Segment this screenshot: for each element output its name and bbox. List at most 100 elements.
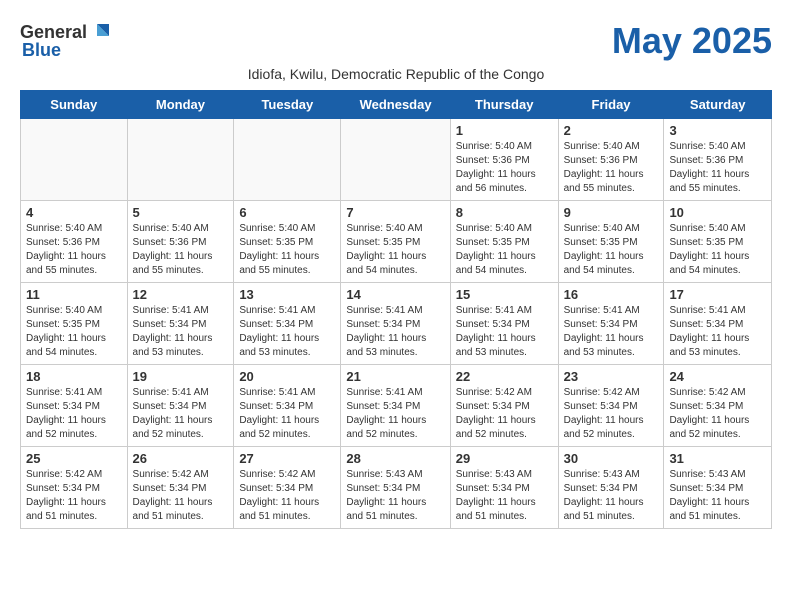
cal-cell-23: 23 Sunrise: 5:42 AM Sunset: 5:34 PM Dayli… (558, 365, 664, 447)
cal-cell-21: 21 Sunrise: 5:41 AM Sunset: 5:34 PM Dayli… (341, 365, 450, 447)
cal-cell-9: 9 Sunrise: 5:40 AM Sunset: 5:35 PM Daylig… (558, 201, 664, 283)
day-header-saturday: Saturday (664, 91, 772, 119)
cal-cell-6: 6 Sunrise: 5:40 AM Sunset: 5:35 PM Daylig… (234, 201, 341, 283)
cal-cell-10: 10 Sunrise: 5:40 AM Sunset: 5:35 PM Dayli… (664, 201, 772, 283)
cell-info: Sunrise: 5:40 AM Sunset: 5:36 PM Dayligh… (564, 140, 659, 196)
cal-cell-13: 13 Sunrise: 5:41 AM Sunset: 5:34 PM Dayli… (234, 283, 341, 365)
cal-cell-28: 28 Sunrise: 5:43 AM Sunset: 5:34 PM Dayli… (341, 447, 450, 529)
day-number: 8 (456, 205, 553, 220)
day-header-wednesday: Wednesday (341, 91, 450, 119)
cell-info: Sunrise: 5:41 AM Sunset: 5:34 PM Dayligh… (239, 304, 335, 360)
cal-cell-14: 14 Sunrise: 5:41 AM Sunset: 5:34 PM Dayli… (341, 283, 450, 365)
cell-info: Sunrise: 5:40 AM Sunset: 5:36 PM Dayligh… (456, 140, 553, 196)
day-number: 1 (456, 123, 553, 138)
cell-info: Sunrise: 5:42 AM Sunset: 5:34 PM Dayligh… (564, 386, 659, 442)
day-number: 26 (133, 451, 229, 466)
cal-cell-11: 11 Sunrise: 5:40 AM Sunset: 5:35 PM Dayli… (21, 283, 128, 365)
cell-info: Sunrise: 5:41 AM Sunset: 5:34 PM Dayligh… (346, 386, 444, 442)
cell-info: Sunrise: 5:40 AM Sunset: 5:35 PM Dayligh… (669, 222, 766, 278)
day-header-row: SundayMondayTuesdayWednesdayThursdayFrid… (21, 91, 772, 119)
cell-info: Sunrise: 5:41 AM Sunset: 5:34 PM Dayligh… (133, 304, 229, 360)
day-header-monday: Monday (127, 91, 234, 119)
week-row-2: 11 Sunrise: 5:40 AM Sunset: 5:35 PM Dayli… (21, 283, 772, 365)
cal-cell-27: 27Sunrise: 5:42 AM Sunset: 5:34 PM Dayli… (234, 447, 341, 529)
cell-info: Sunrise: 5:40 AM Sunset: 5:36 PM Dayligh… (26, 222, 122, 278)
cal-cell-3: 3 Sunrise: 5:40 AM Sunset: 5:36 PM Daylig… (664, 119, 772, 201)
cell-info: Sunrise: 5:43 AM Sunset: 5:34 PM Dayligh… (564, 468, 659, 524)
day-number: 3 (669, 123, 766, 138)
cal-cell-empty-0-2 (234, 119, 341, 201)
cell-info: Sunrise: 5:41 AM Sunset: 5:34 PM Dayligh… (239, 386, 335, 442)
day-number: 25 (26, 451, 122, 466)
day-number: 28 (346, 451, 444, 466)
day-header-sunday: Sunday (21, 91, 128, 119)
day-number: 24 (669, 369, 766, 384)
cal-cell-19: 19 Sunrise: 5:41 AM Sunset: 5:34 PM Dayli… (127, 365, 234, 447)
cell-info: Sunrise: 5:42 AM Sunset: 5:34 PM Dayligh… (133, 468, 229, 524)
cell-info: Sunrise: 5:42 AM Sunset: 5:34 PM Dayligh… (239, 468, 335, 524)
cal-cell-17: 17Sunrise: 5:41 AM Sunset: 5:34 PM Dayli… (664, 283, 772, 365)
day-number: 2 (564, 123, 659, 138)
cell-info: Sunrise: 5:43 AM Sunset: 5:34 PM Dayligh… (669, 468, 766, 524)
day-number: 20 (239, 369, 335, 384)
cell-info: Sunrise: 5:42 AM Sunset: 5:34 PM Dayligh… (456, 386, 553, 442)
day-header-friday: Friday (558, 91, 664, 119)
cell-info: Sunrise: 5:40 AM Sunset: 5:35 PM Dayligh… (26, 304, 122, 360)
cal-cell-2: 2 Sunrise: 5:40 AM Sunset: 5:36 PM Daylig… (558, 119, 664, 201)
cal-cell-8: 8Sunrise: 5:40 AM Sunset: 5:35 PM Daylig… (450, 201, 558, 283)
day-number: 19 (133, 369, 229, 384)
subtitle: Idiofa, Kwilu, Democratic Republic of th… (20, 66, 772, 82)
cal-cell-empty-0-0 (21, 119, 128, 201)
week-row-0: 1 Sunrise: 5:40 AM Sunset: 5:36 PM Daylig… (21, 119, 772, 201)
day-number: 14 (346, 287, 444, 302)
cell-info: Sunrise: 5:42 AM Sunset: 5:34 PM Dayligh… (669, 386, 766, 442)
cal-cell-5: 5 Sunrise: 5:40 AM Sunset: 5:36 PM Daylig… (127, 201, 234, 283)
day-number: 23 (564, 369, 659, 384)
page-header: General Blue May 2025 (20, 20, 772, 62)
logo: General Blue (20, 20, 113, 61)
day-number: 21 (346, 369, 444, 384)
cal-cell-1: 1 Sunrise: 5:40 AM Sunset: 5:36 PM Daylig… (450, 119, 558, 201)
cell-info: Sunrise: 5:41 AM Sunset: 5:34 PM Dayligh… (456, 304, 553, 360)
cell-info: Sunrise: 5:41 AM Sunset: 5:34 PM Dayligh… (26, 386, 122, 442)
cell-info: Sunrise: 5:43 AM Sunset: 5:34 PM Dayligh… (456, 468, 553, 524)
logo-blue-text: Blue (22, 40, 61, 61)
cell-info: Sunrise: 5:40 AM Sunset: 5:36 PM Dayligh… (133, 222, 229, 278)
cal-cell-20: 20 Sunrise: 5:41 AM Sunset: 5:34 PM Dayli… (234, 365, 341, 447)
cal-cell-empty-0-1 (127, 119, 234, 201)
day-number: 9 (564, 205, 659, 220)
cal-cell-16: 16 Sunrise: 5:41 AM Sunset: 5:34 PM Dayli… (558, 283, 664, 365)
day-number: 15 (456, 287, 553, 302)
day-number: 12 (133, 287, 229, 302)
logo-icon (89, 20, 113, 44)
cell-info: Sunrise: 5:43 AM Sunset: 5:34 PM Dayligh… (346, 468, 444, 524)
day-number: 10 (669, 205, 766, 220)
cal-cell-18: 18Sunrise: 5:41 AM Sunset: 5:34 PM Dayli… (21, 365, 128, 447)
day-number: 16 (564, 287, 659, 302)
day-number: 11 (26, 287, 122, 302)
cal-cell-24: 24 Sunrise: 5:42 AM Sunset: 5:34 PM Dayli… (664, 365, 772, 447)
day-number: 13 (239, 287, 335, 302)
day-header-tuesday: Tuesday (234, 91, 341, 119)
cal-cell-empty-0-3 (341, 119, 450, 201)
cell-info: Sunrise: 5:41 AM Sunset: 5:34 PM Dayligh… (346, 304, 444, 360)
cal-cell-7: 7Sunrise: 5:40 AM Sunset: 5:35 PM Daylig… (341, 201, 450, 283)
cal-cell-30: 30 Sunrise: 5:43 AM Sunset: 5:34 PM Dayli… (558, 447, 664, 529)
week-row-1: 4 Sunrise: 5:40 AM Sunset: 5:36 PM Daylig… (21, 201, 772, 283)
cell-info: Sunrise: 5:41 AM Sunset: 5:34 PM Dayligh… (564, 304, 659, 360)
cell-info: Sunrise: 5:41 AM Sunset: 5:34 PM Dayligh… (669, 304, 766, 360)
cal-cell-25: 25 Sunrise: 5:42 AM Sunset: 5:34 PM Dayli… (21, 447, 128, 529)
cell-info: Sunrise: 5:40 AM Sunset: 5:35 PM Dayligh… (239, 222, 335, 278)
day-number: 29 (456, 451, 553, 466)
cal-cell-4: 4 Sunrise: 5:40 AM Sunset: 5:36 PM Daylig… (21, 201, 128, 283)
day-number: 4 (26, 205, 122, 220)
day-number: 5 (133, 205, 229, 220)
cell-info: Sunrise: 5:40 AM Sunset: 5:35 PM Dayligh… (564, 222, 659, 278)
day-number: 30 (564, 451, 659, 466)
cell-info: Sunrise: 5:40 AM Sunset: 5:36 PM Dayligh… (669, 140, 766, 196)
week-row-4: 25 Sunrise: 5:42 AM Sunset: 5:34 PM Dayli… (21, 447, 772, 529)
cell-info: Sunrise: 5:41 AM Sunset: 5:34 PM Dayligh… (133, 386, 229, 442)
cell-info: Sunrise: 5:42 AM Sunset: 5:34 PM Dayligh… (26, 468, 122, 524)
day-number: 6 (239, 205, 335, 220)
calendar-table: SundayMondayTuesdayWednesdayThursdayFrid… (20, 90, 772, 529)
